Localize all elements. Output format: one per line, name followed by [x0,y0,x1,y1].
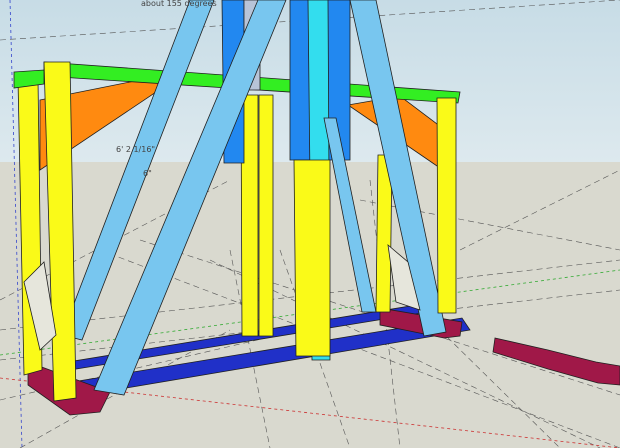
dimension-label-2: 6" [143,169,152,178]
post-front-right[interactable] [436,97,457,314]
post-middle-b[interactable] [258,94,274,337]
center-post-stack[interactable] [293,159,331,357]
angle-annotation: about 155 degrees [141,0,217,8]
dimension-label-1: 6' 2 1/16" [116,145,155,154]
scene[interactable]: about 155 degrees 6' 2 1/16" 6" [0,0,620,448]
model-viewport[interactable]: about 155 degrees 6' 2 1/16" 6" [0,0,620,448]
